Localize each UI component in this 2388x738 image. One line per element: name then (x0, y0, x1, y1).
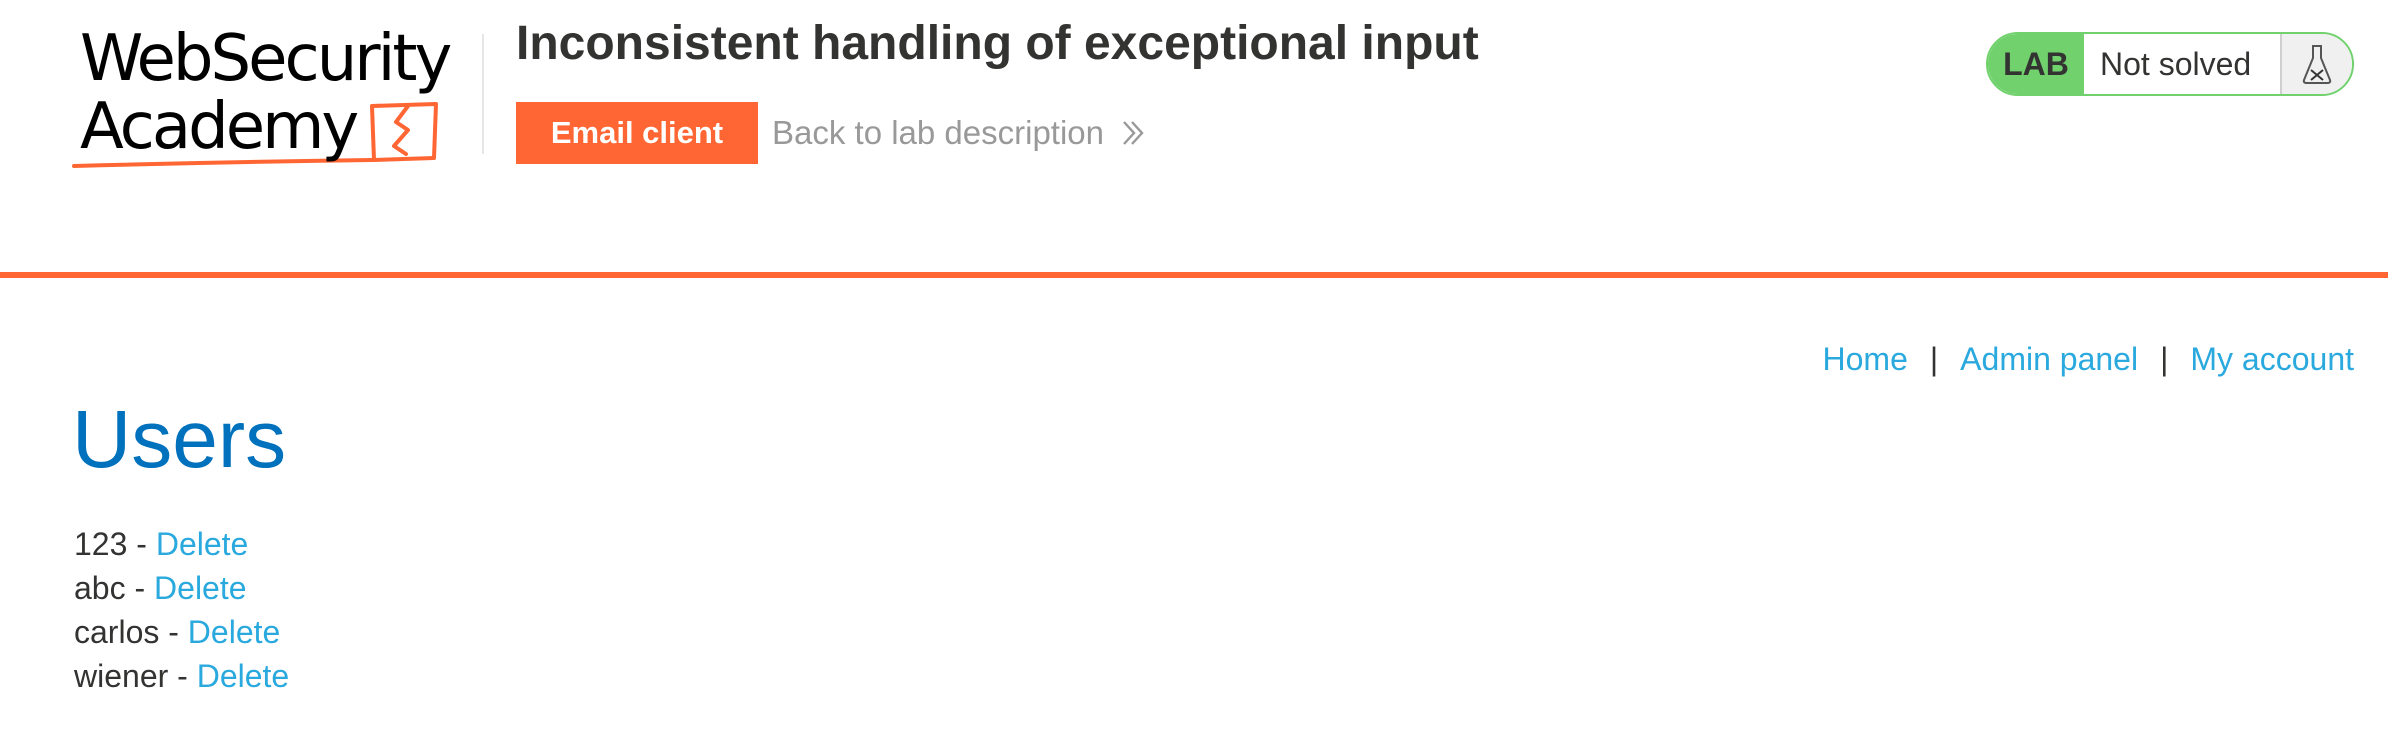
dash: - (125, 570, 155, 606)
nav-home-link[interactable]: Home (1823, 341, 1908, 378)
header-orange-rule (0, 272, 2388, 278)
email-client-button[interactable]: Email client (516, 102, 758, 164)
dash: - (159, 614, 188, 650)
username: 123 (74, 526, 128, 562)
lab-title: Inconsistent handling of exceptional inp… (516, 17, 1479, 70)
back-link-label: Back to lab description (772, 114, 1105, 151)
username: abc (74, 570, 126, 606)
dash: - (127, 526, 156, 562)
logo-text-line1: WebSecurity (80, 22, 452, 96)
user-row: carlos - Delete (74, 610, 289, 654)
user-row: wiener - Delete (74, 654, 289, 698)
lab-status-text: Not solved (2084, 34, 2282, 94)
nav-admin-panel-link[interactable]: Admin panel (1960, 341, 2138, 378)
page-title: Users (72, 394, 287, 485)
lab-header: WebSecurity Academy Inconsistent handlin… (0, 0, 2388, 272)
back-to-lab-description-link[interactable]: Back to lab description (772, 110, 1148, 156)
nav-my-account-link[interactable]: My account (2190, 341, 2354, 378)
delete-user-link[interactable]: Delete (188, 614, 281, 650)
flask-icon (2302, 45, 2332, 84)
delete-user-link[interactable]: Delete (154, 570, 247, 606)
nav-separator: | (1929, 340, 1939, 377)
user-row: 123 - Delete (74, 522, 289, 566)
delete-user-link[interactable]: Delete (197, 658, 290, 694)
web-security-academy-logo[interactable]: WebSecurity Academy (72, 26, 482, 174)
user-row: abc - Delete (74, 566, 289, 610)
header-divider (482, 34, 484, 154)
lab-status-widget: LAB Not solved (1986, 32, 2354, 96)
top-nav: Home | Admin panel | My account (1823, 336, 2355, 382)
double-chevron-right-icon (1123, 121, 1144, 145)
flask-icon-container (2282, 34, 2352, 94)
delete-user-link[interactable]: Delete (156, 526, 249, 562)
username: wiener (74, 658, 169, 694)
dash: - (168, 658, 197, 694)
username: carlos (74, 614, 160, 650)
logo-text-line2: Academy (80, 90, 359, 164)
nav-separator: | (2160, 340, 2169, 377)
lab-badge: LAB (1988, 34, 2084, 94)
user-list: 123 - Delete abc - Delete carlos - Delet… (74, 522, 289, 698)
